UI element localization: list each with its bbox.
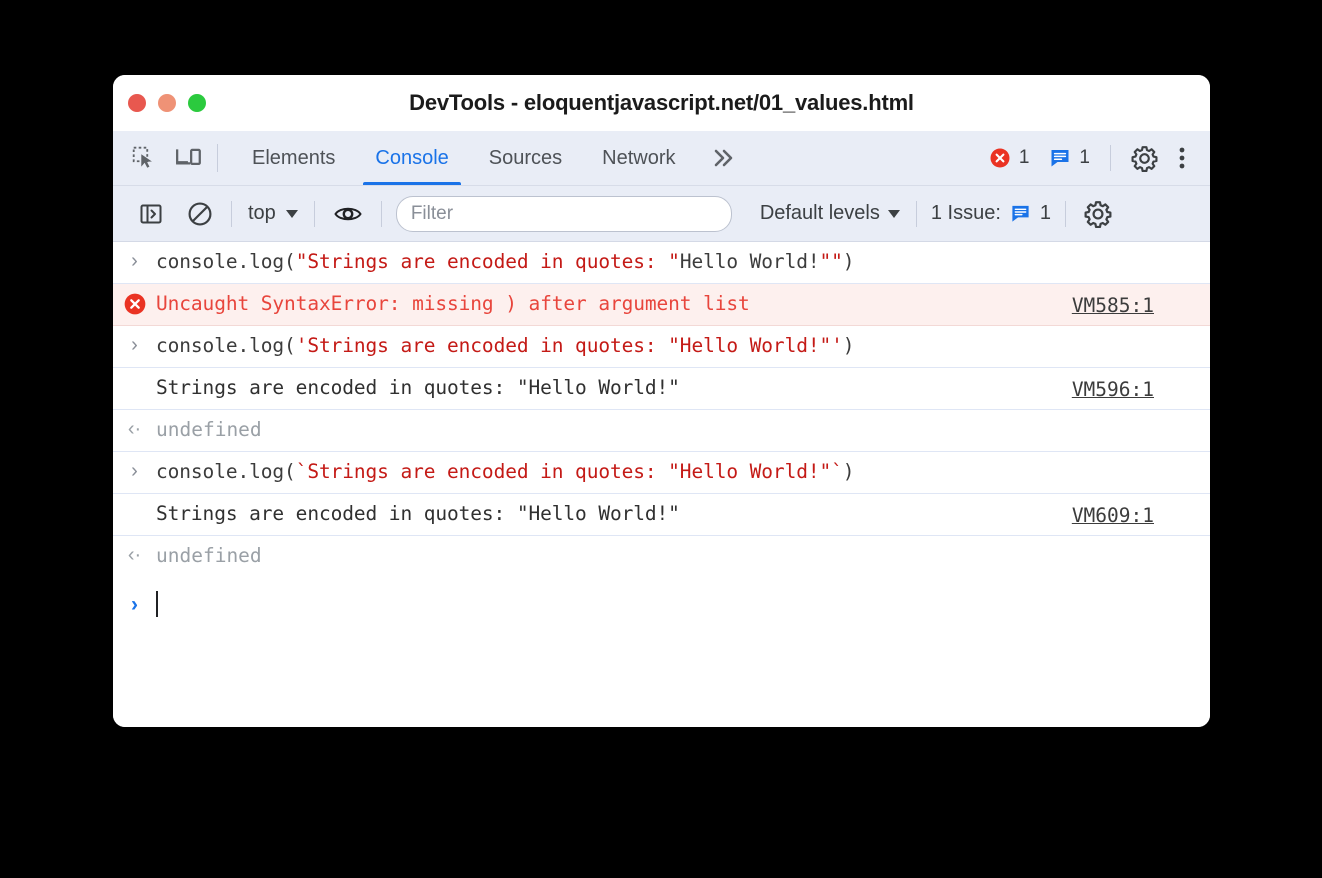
error-badge[interactable]: 1 <box>979 147 1040 169</box>
live-expression-eye-icon[interactable] <box>321 202 375 226</box>
filter-input[interactable] <box>395 195 732 232</box>
source-link[interactable]: VM585:1 <box>1072 284 1154 317</box>
devtools-window: DevTools - eloquentjavascript.net/01_val… <box>113 75 1210 727</box>
error-badge-count: 1 <box>1018 147 1030 168</box>
kebab-menu-icon[interactable] <box>1168 145 1196 171</box>
chevron-down-icon <box>285 209 298 218</box>
result-arrow-icon: ‹· <box>127 418 142 440</box>
console-output-text: Strings are encoded in quotes: "Hello Wo… <box>156 376 680 399</box>
execution-context-selector[interactable]: top <box>238 202 308 225</box>
console-input-code: console.log(`Strings are encoded in quot… <box>156 452 855 493</box>
chevron-down-icon <box>887 209 900 218</box>
console-row-output[interactable]: Strings are encoded in quotes: "Hello Wo… <box>113 494 1210 536</box>
tab-console[interactable]: Console <box>355 131 468 185</box>
console-row-input[interactable]: › console.log(`Strings are encoded in qu… <box>113 452 1210 494</box>
gear-icon[interactable] <box>1121 145 1168 172</box>
console-input-code: console.log('Strings are encoded in quot… <box>156 326 855 367</box>
row-marker: › <box>113 242 156 271</box>
issues-count: 1 <box>1039 202 1052 224</box>
row-marker: ‹· <box>113 410 156 439</box>
title-bar: DevTools - eloquentjavascript.net/01_val… <box>113 75 1210 131</box>
source-link[interactable]: VM609:1 <box>1072 494 1154 527</box>
console-result-text: undefined <box>156 418 262 441</box>
console-row-input[interactable]: › console.log('Strings are encoded in qu… <box>113 326 1210 368</box>
row-marker <box>113 494 156 503</box>
console-message-list[interactable]: › console.log("Strings are encoded in qu… <box>113 242 1210 727</box>
log-levels-selector[interactable]: Default levels <box>750 202 910 225</box>
console-row-output[interactable]: Strings are encoded in quotes: "Hello Wo… <box>113 368 1210 410</box>
toolbar-divider-4 <box>915 200 917 227</box>
row-marker: › <box>113 326 156 355</box>
console-settings-gear-icon[interactable] <box>1072 200 1124 228</box>
tab-sources[interactable]: Sources <box>469 131 582 185</box>
row-marker: ‹· <box>113 536 156 565</box>
code-segment: ) <box>842 250 855 273</box>
row-marker <box>113 368 156 377</box>
result-arrow-icon: ‹· <box>127 544 142 566</box>
console-result-text: undefined <box>156 544 262 567</box>
code-segment: ) <box>842 334 855 357</box>
error-circle-icon <box>124 293 145 315</box>
text-caret <box>156 591 158 617</box>
code-segment-string: "Strings are encoded in quotes: " <box>295 250 680 273</box>
tab-elements[interactable]: Elements <box>232 131 355 185</box>
console-prompt[interactable]: › <box>113 578 1210 626</box>
source-link[interactable]: VM596:1 <box>1072 368 1154 401</box>
code-segment: ) <box>842 460 855 483</box>
console-row-error[interactable]: Uncaught SyntaxError: missing ) after ar… <box>113 284 1210 326</box>
code-segment: console.log( <box>156 334 296 357</box>
console-toolbar: top Default levels 1 Issue: 1 <box>113 186 1210 242</box>
tab-bar-right-divider <box>1110 145 1111 171</box>
code-segment: console.log( <box>156 460 296 483</box>
input-chevron-icon: › <box>131 334 138 356</box>
toolbar-divider-5 <box>1065 200 1067 227</box>
code-segment: console.log( <box>156 250 296 273</box>
row-marker <box>113 284 156 316</box>
inspect-element-icon[interactable] <box>131 145 157 171</box>
console-row-result[interactable]: ‹· undefined <box>113 410 1210 452</box>
console-error-text: Uncaught SyntaxError: missing ) after ar… <box>156 292 750 315</box>
error-circle-icon <box>990 148 1010 168</box>
message-bubble-icon <box>1051 150 1069 167</box>
device-toolbar-icon[interactable] <box>175 145 203 171</box>
more-tabs-chevron-icon[interactable] <box>696 131 752 185</box>
clear-console-icon[interactable] <box>175 201 225 227</box>
row-marker: › <box>113 452 156 481</box>
code-segment: Hello World! <box>679 250 820 273</box>
traffic-light-group <box>113 94 206 112</box>
panel-tabs: Elements Console Sources Network <box>218 131 752 185</box>
close-window-button[interactable] <box>128 94 146 112</box>
toolbar-divider-1 <box>231 200 232 227</box>
console-output-text: Strings are encoded in quotes: "Hello Wo… <box>156 502 680 525</box>
tab-bar-right-group: 1 1 <box>979 131 1210 185</box>
window-title: DevTools - eloquentjavascript.net/01_val… <box>409 90 914 115</box>
show-console-sidebar-icon[interactable] <box>127 202 175 226</box>
input-chevron-icon: › <box>131 460 138 482</box>
console-row-input[interactable]: › console.log("Strings are encoded in qu… <box>113 242 1210 284</box>
message-badge[interactable]: 1 <box>1039 147 1100 169</box>
issues-label: 1 Issue: <box>930 202 1001 224</box>
toolbar-divider-2 <box>313 200 315 227</box>
code-segment-string: `Strings are encoded in quotes: "Hello W… <box>295 460 843 483</box>
code-segment-string: 'Strings are encoded in quotes: "Hello W… <box>295 334 843 357</box>
message-badge-count: 1 <box>1079 147 1090 168</box>
tab-network[interactable]: Network <box>582 131 695 185</box>
tab-bar-left-icons <box>113 131 217 185</box>
execution-context-label: top <box>248 202 276 224</box>
minimize-window-button[interactable] <box>158 94 176 112</box>
issues-button[interactable]: 1 Issue: 1 <box>923 202 1059 225</box>
zoom-window-button[interactable] <box>188 94 206 112</box>
console-row-result[interactable]: ‹· undefined <box>113 536 1210 578</box>
toolbar-divider-3 <box>380 200 382 227</box>
devtools-tab-bar: Elements Console Sources Network 1 1 <box>113 131 1210 186</box>
issue-bubble-icon <box>1012 205 1029 222</box>
prompt-chevron-icon: › <box>131 592 138 616</box>
console-input-code: console.log("Strings are encoded in quot… <box>156 242 855 283</box>
input-chevron-icon: › <box>131 250 138 272</box>
code-segment-string: "" <box>819 250 843 273</box>
log-levels-label: Default levels <box>759 202 880 224</box>
